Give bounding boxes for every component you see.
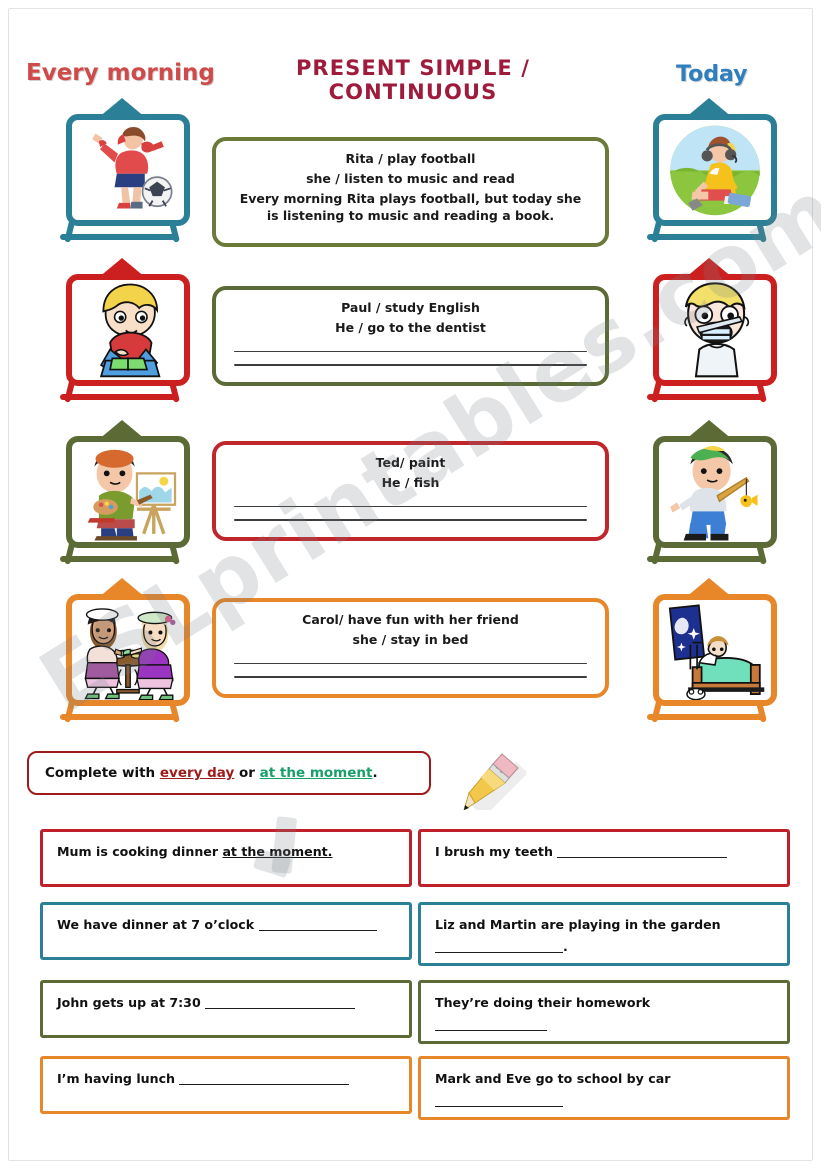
boy-painting-easel-icon (87, 449, 177, 541)
every-morning-text: Every morning (26, 60, 215, 86)
easel-frame-right-2 (645, 258, 777, 406)
exercise-box-left-2[interactable]: We have dinner at 7 o’clock (40, 902, 412, 960)
page-title: PRESENT SIMPLE / CONTINUOUS (248, 56, 578, 105)
instruction-option-every-day: every day (159, 765, 235, 781)
instruction-middle: or (234, 765, 260, 781)
exercise-box-right-4[interactable]: Mark and Eve go to school by car (418, 1056, 790, 1120)
answer-line-1[interactable] (234, 662, 587, 665)
exercise-box-right-1[interactable]: I brush my teeth (418, 829, 790, 887)
sentence-box-3: Ted/ paint He / fish (212, 441, 609, 541)
exercise-box-left-1[interactable]: Mum is cooking dinner at the moment. (40, 829, 412, 887)
worksheet-page: Every morning PRESENT SIMPLE / CONTINUOU… (0, 0, 821, 1169)
exercise-left-4-text: I’m having lunch (57, 1071, 180, 1086)
exercise-right-4-text: Mark and Eve go to school by car (435, 1071, 671, 1086)
exercise-left-1-answer: at the moment. (222, 844, 333, 859)
exercise-box-left-3[interactable]: John gets up at 7:30 (40, 980, 412, 1038)
exercise-left-3-blank[interactable] (205, 1008, 356, 1009)
exercise-left-3-text: John gets up at 7:30 (57, 995, 206, 1010)
answer-line-2[interactable] (234, 519, 587, 521)
exercise-right-2-suffix: . (563, 938, 568, 954)
easel-frame-left-4 (58, 578, 190, 726)
exercise-box-right-2[interactable]: Liz and Martin are playing in the garden… (418, 902, 790, 966)
sentence-box-4: Carol/ have fun with her friend she / st… (212, 598, 609, 698)
exercise-left-2-blank[interactable] (258, 930, 377, 931)
girl-staying-in-bed-icon (668, 604, 765, 700)
easel-frame-right-4 (645, 578, 777, 726)
easel-frame-right-1 (645, 98, 777, 246)
pencil-icon (463, 753, 526, 810)
today-label: Today (676, 62, 747, 87)
instruction-text: Complete with every day or at the moment… (45, 765, 378, 781)
exercise-right-3-text: They’re doing their homework (435, 995, 651, 1010)
boy-at-dentist-icon (684, 282, 750, 378)
boy-fishing-icon (670, 445, 758, 541)
instruction-box: Complete with every day or at the moment… (27, 751, 431, 795)
exercise-box-right-3[interactable]: They’re doing their homework (418, 980, 790, 1044)
sentence-box-3-prompt-line1: Ted/ paint (375, 455, 446, 470)
sentence-box-3-prompt-line2: He / fish (381, 474, 440, 490)
exercise-right-4-blank[interactable] (435, 1105, 563, 1107)
girl-playing-football-icon (92, 126, 173, 209)
instruction-option-at-the-moment: at the moment (259, 765, 373, 781)
exercise-left-2-text: We have dinner at 7 o’clock (57, 917, 259, 932)
sentence-box-1: Rita / play football she / listen to mus… (212, 137, 609, 247)
answer-line-2[interactable] (234, 676, 587, 678)
exercise-left-1-text: Mum is cooking dinner (57, 844, 223, 859)
page-title-line1: PRESENT SIMPLE / (295, 56, 531, 80)
girl-listening-music-reading-icon (670, 125, 760, 216)
sentence-box-1-prompt-line1: Rita / play football (345, 151, 476, 166)
instruction-prefix: Complete with (45, 765, 160, 781)
instruction-suffix: . (372, 765, 378, 781)
boy-reading-book-icon (99, 283, 161, 378)
answer-line-1[interactable] (234, 505, 587, 508)
answer-line-2[interactable] (234, 364, 587, 366)
sentence-box-2: Paul / study English He / go to the dent… (212, 286, 609, 386)
easel-frame-left-3 (58, 420, 190, 568)
sentence-box-4-prompt-line1: Carol/ have fun with her friend (302, 612, 519, 627)
today-text: Today (676, 62, 748, 87)
exercise-right-2-text: Liz and Martin are playing in the garden (435, 917, 721, 932)
sentence-box-1-answer-line2: is listening to music and reading a book… (266, 208, 555, 224)
every-morning-label: Every morning (26, 60, 215, 86)
answer-line-1[interactable] (234, 350, 587, 353)
easel-frame-left-1 (58, 98, 190, 246)
easel-frame-left-2 (58, 258, 190, 406)
exercise-right-1-blank[interactable] (557, 857, 728, 858)
exercise-right-1-text: I brush my teeth (435, 844, 558, 859)
sentence-box-1-answer-line1: Every morning Rita plays football, but t… (239, 190, 582, 206)
exercise-box-left-4[interactable]: I’m having lunch (40, 1056, 412, 1114)
sentence-box-1-prompt-line2: she / listen to music and read (306, 170, 515, 186)
page-title-line2: CONTINUOUS (328, 80, 498, 105)
two-girls-tea-party-icon (84, 608, 176, 700)
sentence-box-2-prompt-line1: Paul / study English (341, 300, 480, 315)
exercise-left-4-blank[interactable] (179, 1084, 350, 1085)
sentence-box-2-prompt-line2: He / go to the dentist (335, 319, 486, 335)
sentence-box-4-prompt-line2: she / stay in bed (352, 631, 469, 647)
exercise-right-2-blank[interactable] (435, 951, 563, 953)
exercise-right-3-blank[interactable] (435, 1029, 547, 1031)
easel-frame-right-3 (645, 420, 777, 568)
